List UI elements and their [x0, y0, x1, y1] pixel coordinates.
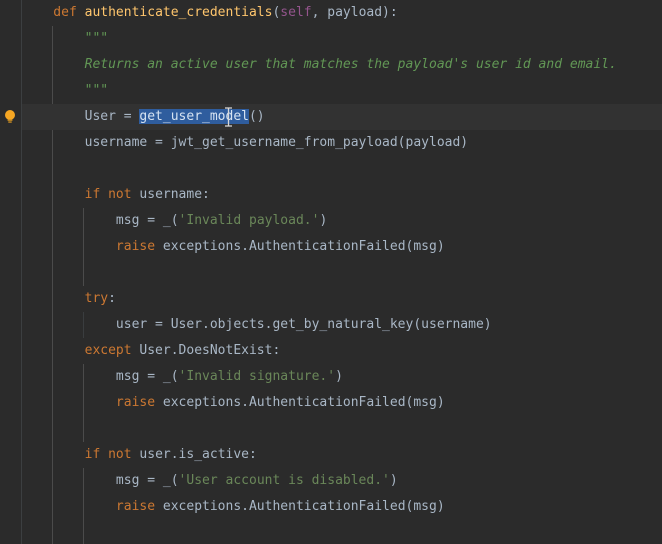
- code-token: raise: [115, 499, 163, 514]
- code-line-text[interactable]: Returns an active user that matches the …: [22, 52, 617, 78]
- code-line-text[interactable]: if not username:: [22, 182, 210, 208]
- code-line-text[interactable]: """: [22, 26, 108, 52]
- code-token: (): [248, 109, 265, 124]
- code-token: exceptions.AuthenticationFailed(msg): [162, 395, 445, 410]
- code-token: msg = _(: [22, 473, 179, 488]
- code-token: username:: [139, 187, 210, 202]
- selected-text: get_user_model: [139, 109, 249, 124]
- code-token: 'Invalid signature.': [178, 369, 336, 384]
- code-line-text[interactable]: User = get_user_model(): [22, 104, 265, 130]
- code-token: exceptions.AuthenticationFailed(msg): [162, 239, 445, 254]
- code-editor[interactable]: def authenticate_credentials(self, paylo…: [0, 0, 662, 544]
- code-token: 'Invalid payload.': [178, 213, 320, 228]
- code-line[interactable]: username = jwt_get_username_from_payload…: [0, 130, 662, 156]
- code-line-text[interactable]: if not user.is_active:: [22, 442, 257, 468]
- code-line-text[interactable]: """: [22, 78, 108, 104]
- code-token: ): [389, 473, 398, 488]
- code-line[interactable]: """: [0, 78, 662, 104]
- code-lines[interactable]: def authenticate_credentials(self, paylo…: [0, 0, 662, 544]
- code-line[interactable]: def authenticate_credentials(self, paylo…: [0, 0, 662, 26]
- code-line[interactable]: raise exceptions.AuthenticationFailed(ms…: [0, 494, 662, 520]
- code-line-text[interactable]: user = User.objects.get_by_natural_key(u…: [22, 312, 492, 338]
- code-line[interactable]: raise exceptions.AuthenticationFailed(ms…: [0, 234, 662, 260]
- code-line-text[interactable]: try:: [22, 286, 116, 312]
- code-line-text[interactable]: username = jwt_get_username_from_payload…: [22, 130, 469, 156]
- code-token: 'User account is disabled.': [178, 473, 390, 488]
- code-line[interactable]: Returns an active user that matches the …: [0, 52, 662, 78]
- code-token: authenticate_credentials: [84, 5, 273, 20]
- code-token: exceptions.AuthenticationFailed(msg): [162, 499, 445, 514]
- code-line-text[interactable]: msg = _('User account is disabled.'): [22, 468, 398, 494]
- code-line[interactable]: [0, 156, 662, 182]
- code-line[interactable]: msg = _('Invalid signature.'): [0, 364, 662, 390]
- code-line[interactable]: [0, 260, 662, 286]
- code-token: , payload):: [311, 5, 398, 20]
- code-line[interactable]: msg = _('Invalid payload.'): [0, 208, 662, 234]
- code-token: :: [108, 291, 116, 306]
- code-line-current[interactable]: User = get_user_model(): [0, 104, 662, 130]
- code-token: Returns an active user that matches the …: [22, 57, 617, 72]
- code-line-text[interactable]: raise exceptions.AuthenticationFailed(ms…: [22, 234, 445, 260]
- code-line-text[interactable]: msg = _('Invalid signature.'): [22, 364, 343, 390]
- code-token: msg = _(: [22, 213, 179, 228]
- code-token: User.DoesNotExist:: [139, 343, 281, 358]
- code-line-text[interactable]: msg = _('Invalid payload.'): [22, 208, 327, 234]
- code-line-text[interactable]: except User.DoesNotExist:: [22, 338, 281, 364]
- code-line[interactable]: try:: [0, 286, 662, 312]
- code-token: user = User.objects.get_by_natural_key(u…: [22, 317, 492, 332]
- code-token: User =: [22, 109, 140, 124]
- code-line[interactable]: """: [0, 26, 662, 52]
- code-token: raise: [115, 239, 163, 254]
- code-line[interactable]: [0, 520, 662, 544]
- code-token: user.is_active:: [139, 447, 257, 462]
- code-token: def: [22, 5, 85, 20]
- code-token: """: [22, 31, 109, 46]
- code-token: ): [319, 213, 328, 228]
- code-token: """: [22, 83, 109, 98]
- code-line[interactable]: except User.DoesNotExist:: [0, 338, 662, 364]
- gutter-separator: [21, 0, 22, 544]
- selected-text: self: [280, 5, 312, 20]
- code-token: raise: [115, 395, 163, 410]
- code-line-text[interactable]: raise exceptions.AuthenticationFailed(ms…: [22, 390, 445, 416]
- editor-gutter[interactable]: [0, 0, 21, 544]
- code-token: try: [84, 291, 109, 306]
- code-line-text[interactable]: def authenticate_credentials(self, paylo…: [22, 0, 398, 26]
- code-token: if not: [84, 447, 140, 462]
- code-line[interactable]: if not username:: [0, 182, 662, 208]
- code-token: ): [335, 369, 343, 384]
- code-line[interactable]: [0, 416, 662, 442]
- code-line[interactable]: msg = _('User account is disabled.'): [0, 468, 662, 494]
- code-line-text[interactable]: raise exceptions.AuthenticationFailed(ms…: [22, 494, 445, 520]
- code-line[interactable]: user = User.objects.get_by_natural_key(u…: [0, 312, 662, 338]
- code-token: if not: [84, 187, 140, 202]
- lightbulb-icon[interactable]: [2, 109, 18, 125]
- code-line[interactable]: if not user.is_active:: [0, 442, 662, 468]
- code-line[interactable]: raise exceptions.AuthenticationFailed(ms…: [0, 390, 662, 416]
- code-token: username = jwt_get_username_from_payload…: [22, 135, 469, 150]
- code-token: except: [22, 343, 140, 358]
- code-token: msg = _(: [22, 369, 179, 384]
